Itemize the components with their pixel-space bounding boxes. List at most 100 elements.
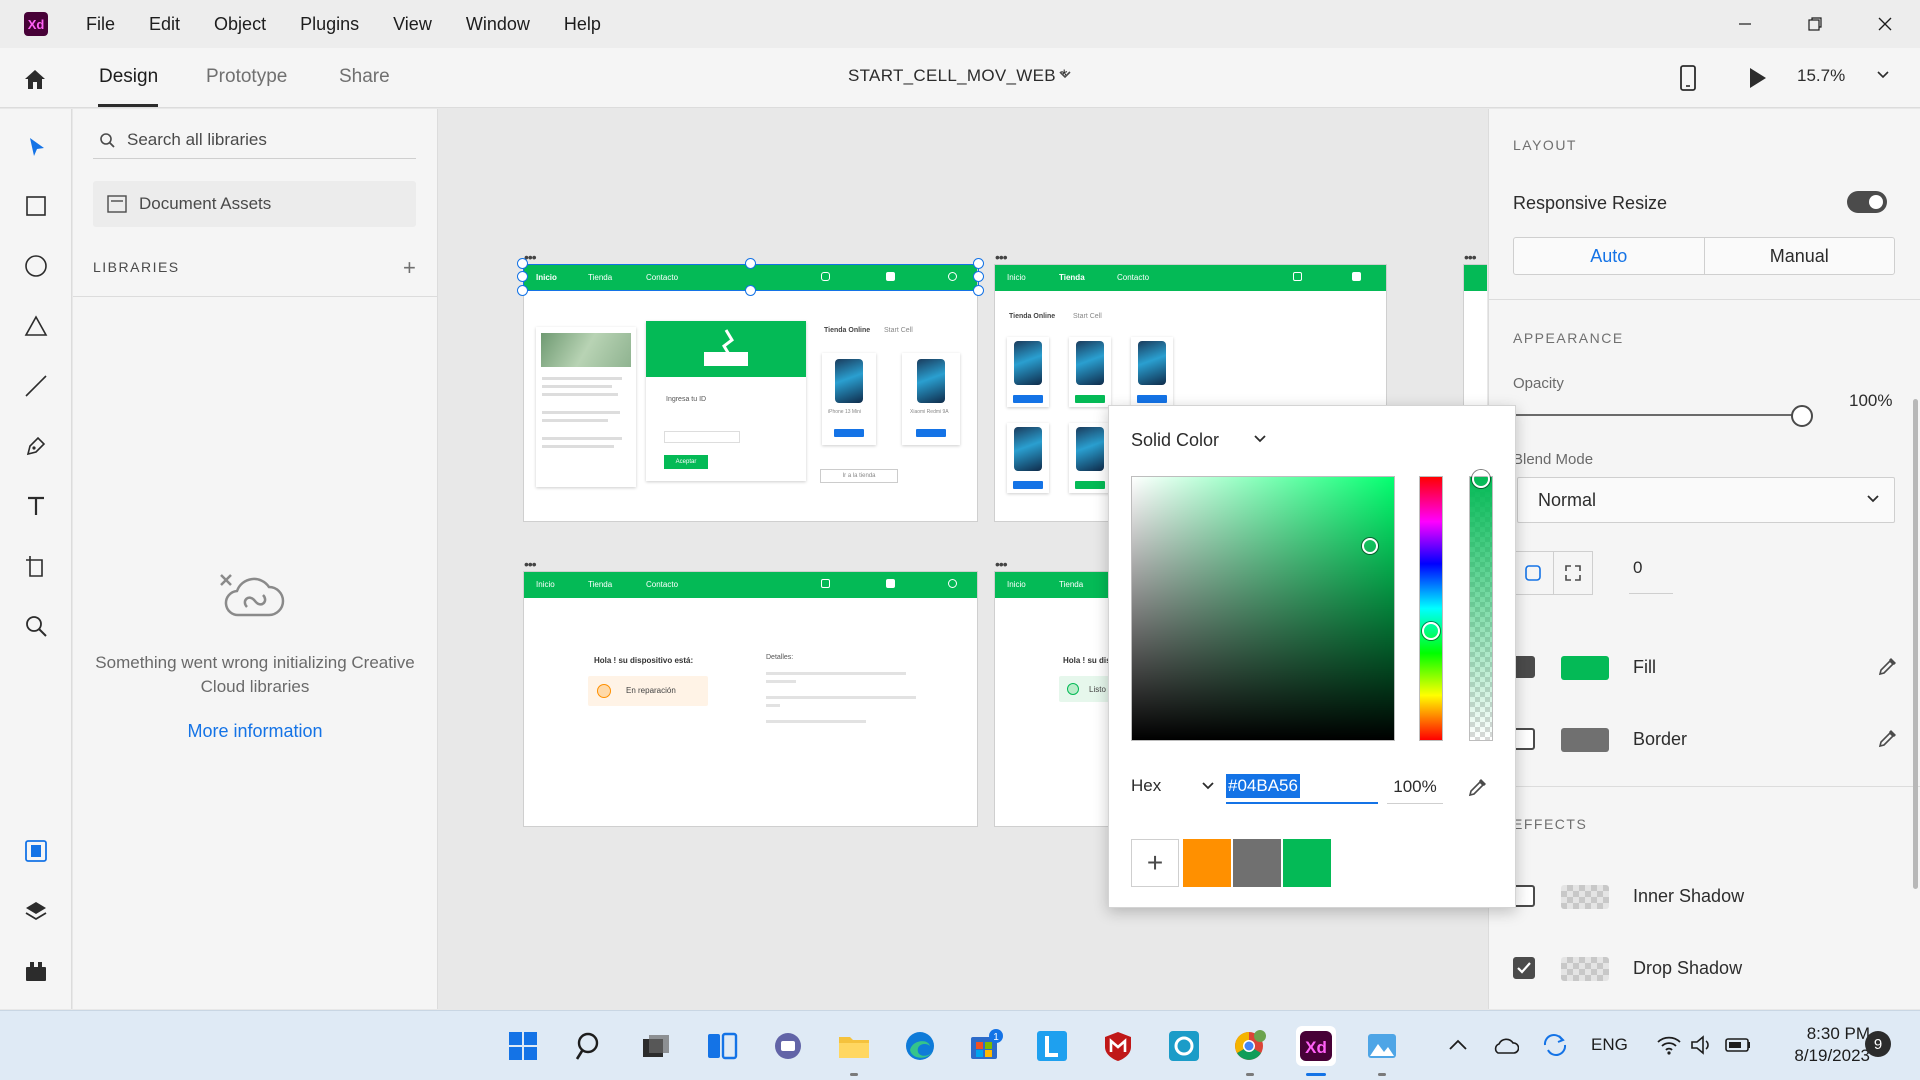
more-information-link[interactable]: More information	[73, 721, 437, 742]
mcafee-app[interactable]	[1098, 1026, 1138, 1066]
volume-icon[interactable]	[1690, 1035, 1714, 1055]
search-input[interactable]	[127, 123, 407, 157]
close-window-button[interactable]	[1850, 0, 1920, 48]
menu-help[interactable]: Help	[564, 14, 601, 35]
resize-handle[interactable]	[517, 285, 528, 296]
alpha-input[interactable]: 100%	[1387, 770, 1443, 804]
pen-tool[interactable]	[21, 431, 51, 461]
widgets-button[interactable]	[702, 1026, 742, 1066]
menu-file[interactable]: File	[86, 14, 115, 35]
uniform-radius-button[interactable]	[1514, 552, 1554, 594]
tab-share[interactable]: Share	[339, 66, 390, 88]
chevron-down-icon[interactable]	[1058, 70, 1072, 80]
saturation-value-handle[interactable]	[1362, 538, 1378, 554]
taskbar-search[interactable]	[570, 1026, 610, 1066]
wifi-icon[interactable]	[1656, 1035, 1682, 1055]
color-mode-label[interactable]: Hex	[1131, 776, 1161, 796]
responsive-resize-toggle[interactable]	[1847, 191, 1887, 213]
onedrive-cloud-icon[interactable]	[1491, 1035, 1519, 1055]
task-view-button[interactable]	[636, 1026, 676, 1066]
artboard-home[interactable]: Inicio Tienda Contacto Ingresa tu ID Ace…	[523, 264, 978, 522]
layers-panel-button[interactable]	[21, 896, 51, 926]
restore-button[interactable]	[1780, 0, 1850, 48]
artboard-more-icon[interactable]: •••	[1464, 249, 1477, 265]
inner-shadow-checkbox[interactable]	[1513, 885, 1535, 907]
hue-handle[interactable]	[1422, 622, 1440, 640]
menu-edit[interactable]: Edit	[149, 14, 180, 35]
file-explorer-app[interactable]	[834, 1026, 874, 1066]
artboard-tool[interactable]	[21, 551, 51, 581]
resize-handle[interactable]	[973, 285, 984, 296]
start-button[interactable]	[503, 1026, 543, 1066]
resize-handle[interactable]	[973, 271, 984, 282]
input-language[interactable]: ENG	[1591, 1035, 1628, 1055]
swatch-green[interactable]	[1283, 839, 1331, 887]
per-corner-radius-button[interactable]	[1554, 552, 1593, 594]
l-app[interactable]	[1032, 1026, 1072, 1066]
edge-browser-app[interactable]	[900, 1026, 940, 1066]
rectangle-tool[interactable]	[21, 191, 51, 221]
minimize-button[interactable]	[1710, 0, 1780, 48]
saturation-value-field[interactable]	[1131, 476, 1395, 741]
zoom-level[interactable]: 15.7%	[1797, 66, 1845, 86]
tab-prototype[interactable]: Prototype	[206, 66, 287, 88]
border-swatch[interactable]	[1561, 728, 1609, 752]
artboard-more-icon[interactable]: •••	[995, 249, 1008, 265]
manual-button[interactable]: Manual	[1705, 238, 1895, 274]
artboard-more-icon[interactable]: •••	[524, 556, 537, 572]
document-assets-item[interactable]: Document Assets	[93, 181, 416, 227]
menu-object[interactable]: Object	[214, 14, 266, 35]
corner-radius-value[interactable]: 0	[1633, 558, 1642, 578]
opacity-value[interactable]: 100%	[1849, 391, 1892, 411]
drop-shadow-swatch[interactable]	[1561, 957, 1609, 981]
resize-handle[interactable]	[745, 285, 756, 296]
blend-mode-select[interactable]: Normal	[1517, 477, 1895, 523]
drop-shadow-checkbox[interactable]	[1513, 957, 1535, 979]
resize-handle[interactable]	[745, 258, 756, 269]
notification-count-badge[interactable]: 9	[1865, 1031, 1891, 1057]
border-checkbox[interactable]	[1513, 728, 1535, 750]
add-swatch-button[interactable]: +	[1131, 839, 1179, 887]
chevron-down-icon[interactable]	[1876, 70, 1890, 80]
select-tool[interactable]	[21, 132, 51, 162]
artboard-status[interactable]: Inicio Tienda Contacto Hola ! su disposi…	[523, 571, 978, 827]
opacity-slider-thumb[interactable]	[1791, 405, 1813, 427]
chevron-down-icon[interactable]	[1253, 434, 1267, 444]
resize-handle[interactable]	[517, 258, 528, 269]
document-title[interactable]: START_CELL_MOV_WEB *	[848, 66, 1068, 86]
ellipse-tool[interactable]	[21, 251, 51, 281]
inner-shadow-swatch[interactable]	[1561, 885, 1609, 909]
zoom-tool[interactable]	[21, 611, 51, 641]
home-button[interactable]	[20, 64, 50, 94]
eyedropper-icon[interactable]	[1877, 655, 1899, 677]
fill-checkbox[interactable]	[1513, 656, 1535, 678]
sync-icon[interactable]	[1541, 1033, 1569, 1057]
swatch-gray[interactable]	[1233, 839, 1281, 887]
polygon-tool[interactable]	[21, 311, 51, 341]
teams-app[interactable]	[768, 1026, 808, 1066]
alpha-handle[interactable]	[1472, 470, 1490, 488]
text-tool[interactable]	[21, 491, 51, 521]
menu-window[interactable]: Window	[466, 14, 530, 35]
resize-handle[interactable]	[973, 258, 984, 269]
photos-app[interactable]	[1362, 1026, 1402, 1066]
eyedropper-icon[interactable]	[1467, 776, 1489, 798]
battery-icon[interactable]	[1724, 1036, 1752, 1054]
play-icon[interactable]	[1746, 64, 1770, 92]
show-hidden-icons-chevron[interactable]	[1448, 1037, 1468, 1051]
libraries-panel-button[interactable]	[21, 836, 51, 866]
alpha-slider[interactable]	[1469, 476, 1493, 741]
chevron-down-icon[interactable]	[1201, 781, 1215, 791]
alexa-app[interactable]	[1164, 1026, 1204, 1066]
auto-button[interactable]: Auto	[1514, 238, 1705, 274]
plugins-panel-button[interactable]	[21, 956, 51, 986]
eyedropper-icon[interactable]	[1877, 727, 1899, 749]
chrome-app[interactable]	[1230, 1026, 1270, 1066]
swatch-orange[interactable]	[1183, 839, 1231, 887]
hex-input[interactable]	[1226, 770, 1378, 804]
add-library-button[interactable]: +	[403, 255, 416, 281]
opacity-slider-track[interactable]	[1513, 414, 1803, 416]
fill-type-label[interactable]: Solid Color	[1131, 430, 1219, 451]
properties-scrollbar[interactable]	[1913, 399, 1918, 889]
microsoft-store-app[interactable]: 1	[966, 1026, 1006, 1066]
